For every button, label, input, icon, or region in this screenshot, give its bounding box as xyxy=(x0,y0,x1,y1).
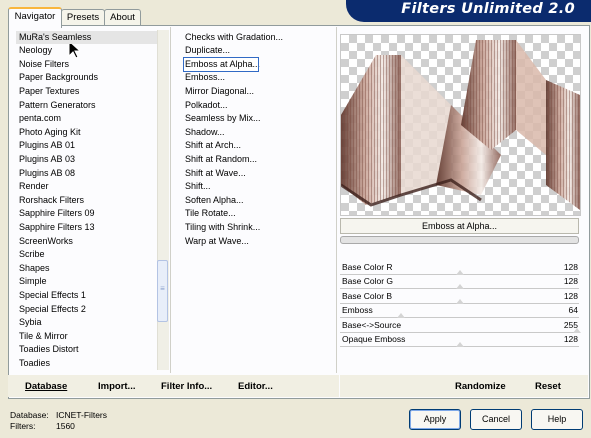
filter-item[interactable]: Shift... xyxy=(185,180,211,194)
category-item[interactable]: Pattern Generators xyxy=(16,99,157,113)
filter-item[interactable]: Seamless by Mix... xyxy=(185,112,261,126)
slider-label: Base Color B xyxy=(342,290,393,301)
slider-thumb[interactable] xyxy=(455,342,464,347)
slider-value: 128 xyxy=(563,334,578,344)
category-item[interactable]: Rorshack Filters xyxy=(16,194,157,208)
filter-item[interactable]: Shadow... xyxy=(185,126,225,140)
editor-button[interactable]: Editor... xyxy=(238,381,273,392)
import-button-label: Import... xyxy=(98,381,136,392)
category-item[interactable]: MuRa's Seamless xyxy=(16,30,157,44)
category-item[interactable]: Paper Backgrounds xyxy=(16,71,157,85)
database-button[interactable]: Database xyxy=(25,381,67,392)
tab-navigator[interactable]: Navigator xyxy=(8,7,62,28)
category-item[interactable]: Toadies Distort xyxy=(16,343,157,357)
filter-item[interactable]: Duplicate... xyxy=(185,44,230,58)
scrollbar-grip-icon: ≡ xyxy=(160,284,165,293)
category-item[interactable]: Special Effects 2 xyxy=(16,303,157,317)
progress-bar xyxy=(340,236,579,244)
category-item[interactable]: Plugins AB 03 xyxy=(16,153,157,167)
category-item[interactable]: Simple xyxy=(16,275,157,289)
filter-item[interactable]: Emboss at Alpha... xyxy=(183,56,260,73)
database-button-label: Database xyxy=(25,381,68,392)
apply-button[interactable]: Apply xyxy=(409,409,461,430)
category-item[interactable]: Tile & Mirror xyxy=(16,330,157,344)
database-status-label: Database: xyxy=(10,410,49,420)
filter-item[interactable]: Tile Rotate... xyxy=(185,207,236,221)
slider-label: Opaque Emboss xyxy=(342,334,406,344)
editor-button-label: Editor... xyxy=(238,381,273,392)
slider-thumb[interactable] xyxy=(396,313,405,319)
filter-item[interactable]: Warp at Wave... xyxy=(185,235,249,249)
category-item[interactable]: Render xyxy=(16,180,157,194)
filter-item[interactable]: Shift at Arch... xyxy=(185,139,241,153)
database-status-value: ICNET-Filters xyxy=(56,410,107,420)
filter-item[interactable]: Shift at Random... xyxy=(185,153,257,167)
tab-presets[interactable]: Presets xyxy=(61,9,105,26)
reset-button-label: Reset xyxy=(535,381,561,392)
filter-item[interactable]: Polkadot... xyxy=(185,99,228,113)
category-item[interactable]: Special Effects 1 xyxy=(16,289,157,303)
slider-value: 128 xyxy=(563,290,578,301)
filters-count-value: 1560 xyxy=(56,421,75,431)
randomize-button[interactable]: Randomize xyxy=(455,381,506,392)
category-item[interactable]: ScreenWorks xyxy=(16,235,157,249)
category-item[interactable]: penta.com xyxy=(16,112,157,126)
filter-item[interactable]: Tiling with Shrink... xyxy=(185,221,260,235)
slider-base-color-g[interactable]: Base Color G 128 xyxy=(340,275,579,290)
category-item[interactable]: Sybia xyxy=(16,316,157,330)
slider-thumb[interactable] xyxy=(455,298,464,304)
slider-base-color-r[interactable]: Base Color R 128 xyxy=(340,261,579,275)
category-item[interactable]: Sapphire Filters 13 xyxy=(16,221,157,235)
slider-base-source[interactable]: Base<->Source 255 xyxy=(340,319,581,333)
slider-label: Base<->Source xyxy=(342,319,402,330)
slider-base-color-b[interactable]: Base Color B 128 xyxy=(340,290,579,304)
category-item[interactable]: Photo Aging Kit xyxy=(16,126,157,140)
divider xyxy=(170,27,171,373)
filter-info-button[interactable]: Filter Info... xyxy=(161,381,212,392)
category-item[interactable]: Toadies xyxy=(16,357,157,371)
category-item[interactable]: Scribe xyxy=(16,248,157,262)
filter-info-button-label: Filter Info... xyxy=(161,381,213,392)
reset-button[interactable]: Reset xyxy=(535,381,561,392)
filter-name-button[interactable]: Emboss at Alpha... xyxy=(340,218,579,234)
preview-artwork xyxy=(341,40,580,210)
filters-count-label: Filters: xyxy=(10,421,36,431)
filter-item[interactable]: Emboss... xyxy=(185,71,225,85)
divider xyxy=(336,27,337,373)
randomize-button-label: Randomize xyxy=(455,381,506,392)
filter-item[interactable]: Checks with Gradation... xyxy=(185,31,283,45)
import-button[interactable]: Import... xyxy=(98,381,135,392)
filter-item[interactable]: Mirror Diagonal... xyxy=(185,85,254,99)
category-item[interactable]: Neology xyxy=(16,44,157,58)
app-title: Filters Unlimited 2.0 xyxy=(401,1,575,17)
category-item[interactable]: Shapes xyxy=(16,262,157,276)
title-banner: Filters Unlimited 2.0 xyxy=(346,0,591,22)
cancel-button[interactable]: Cancel xyxy=(470,409,522,430)
category-item[interactable]: Noise Filters xyxy=(16,58,157,72)
slider-label: Emboss xyxy=(342,305,373,316)
help-button[interactable]: Help xyxy=(531,409,583,430)
slider-thumb[interactable] xyxy=(455,270,464,275)
slider-label: Base Color G xyxy=(342,276,394,287)
slider-thumb[interactable] xyxy=(455,284,464,290)
category-scrollbar-thumb[interactable]: ≡ xyxy=(157,260,168,322)
preview-image xyxy=(340,34,581,216)
slider-value: 64 xyxy=(568,305,578,316)
filter-item[interactable]: Shift at Wave... xyxy=(185,167,246,181)
slider-emboss[interactable]: Emboss 64 xyxy=(340,304,579,319)
category-item[interactable]: Paper Textures xyxy=(16,85,157,99)
category-item[interactable]: Plugins AB 01 xyxy=(16,139,157,153)
category-item[interactable]: Sapphire Filters 09 xyxy=(16,207,157,221)
slider-value: 128 xyxy=(563,276,578,287)
slider-opaque-emboss[interactable]: Opaque Emboss 128 xyxy=(340,333,579,347)
slider-value: 128 xyxy=(563,262,578,272)
slider-thumb[interactable] xyxy=(573,327,581,333)
category-item[interactable]: Plugins AB 08 xyxy=(16,167,157,181)
slider-label: Base Color R xyxy=(342,262,393,272)
tab-about[interactable]: About xyxy=(104,9,141,26)
filter-item[interactable]: Soften Alpha... xyxy=(185,194,244,208)
